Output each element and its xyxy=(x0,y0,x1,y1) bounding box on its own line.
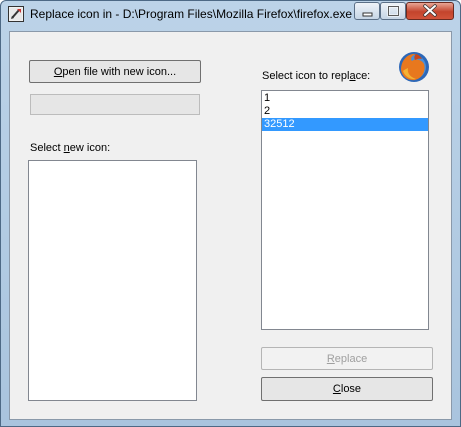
close-icon xyxy=(423,4,437,17)
maximize-icon xyxy=(387,5,400,17)
new-icon-list[interactable] xyxy=(28,160,197,401)
select-new-icon-label: Select new icon: xyxy=(30,142,111,154)
close-button[interactable]: Close xyxy=(261,377,433,401)
minimize-button[interactable] xyxy=(354,2,380,20)
open-file-button[interactable]: Open file with new icon... xyxy=(29,60,201,83)
app-window: Replace icon in - D:\Program Files\Mozil… xyxy=(0,0,461,427)
icon-list-item[interactable]: 1 xyxy=(262,92,428,105)
dialog-client-area: Open file with new icon... Select new ic… xyxy=(9,31,452,420)
close-window-button[interactable] xyxy=(406,2,454,20)
icon-list-item[interactable]: 2 xyxy=(262,105,428,118)
title-bar[interactable]: Replace icon in - D:\Program Files\Mozil… xyxy=(1,1,460,27)
minimize-icon xyxy=(362,12,373,17)
select-icon-to-replace-label: Select icon to replace: xyxy=(262,70,371,82)
app-icon[interactable] xyxy=(8,6,24,22)
maximize-button[interactable] xyxy=(380,2,406,20)
icon-list-item[interactable]: 32512 xyxy=(262,118,428,131)
firefox-logo-icon xyxy=(399,52,429,82)
replace-button[interactable]: Replace xyxy=(261,347,433,370)
icon-listbox[interactable]: 1 2 32512 xyxy=(261,90,429,330)
load-progress-bar xyxy=(30,94,200,115)
window-title: Replace icon in - D:\Program Files\Mozil… xyxy=(30,7,352,21)
